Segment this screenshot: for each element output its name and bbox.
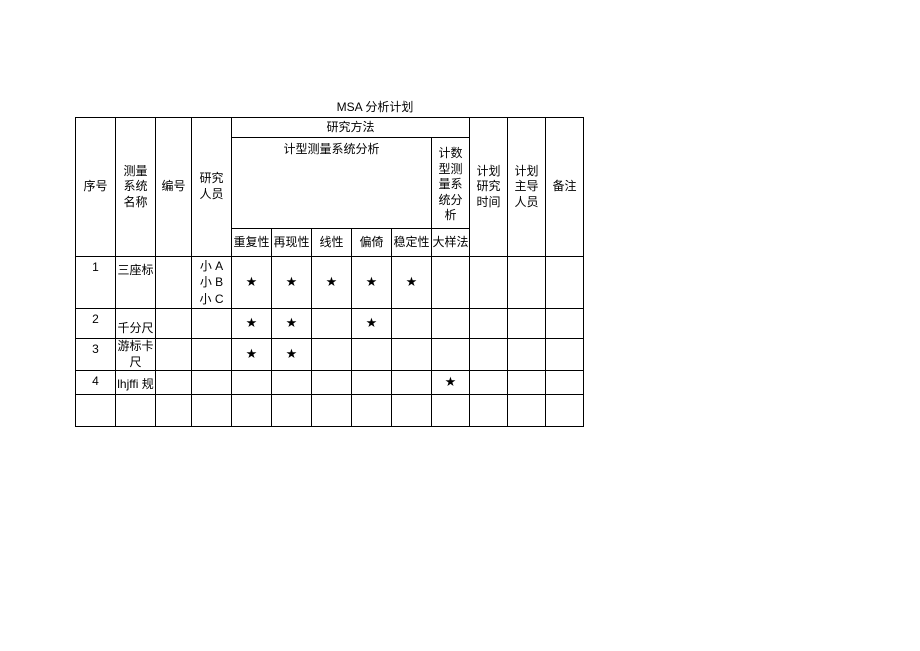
cell-m5 [392,371,432,395]
table-row: 1 三座标 小 A小 B小 C ★ ★ ★ ★ ★ [76,256,584,308]
cell-seq [76,395,116,427]
cell-people [192,338,232,370]
table-row [76,395,584,427]
cell-m4: ★ [352,256,392,308]
cell-m2: ★ [272,308,312,338]
cell-note [546,338,584,370]
header-time: 计划研究时间 [470,118,508,257]
cell-m1 [232,371,272,395]
cell-m1 [232,395,272,427]
table-row: 2 千分尺 ★ ★ ★ [76,308,584,338]
cell-m2: ★ [272,256,312,308]
cell-people: 小 A小 B小 C [192,256,232,308]
cell-m3 [312,371,352,395]
cell-note [546,256,584,308]
cell-time [470,338,508,370]
cell-note [546,371,584,395]
header-code: 编号 [156,118,192,257]
cell-code [156,395,192,427]
cell-m3 [312,308,352,338]
header-m1: 重复性 [232,228,272,256]
cell-m3: ★ [312,256,352,308]
cell-time [470,256,508,308]
cell-lead [508,371,546,395]
cell-code [156,256,192,308]
cell-m5 [392,308,432,338]
cell-c1 [432,338,470,370]
table-row: 3 游标卡尺 ★ ★ [76,338,584,370]
cell-m3 [312,395,352,427]
cell-m5: ★ [392,256,432,308]
cell-note [546,308,584,338]
cell-m5 [392,338,432,370]
cell-seq: 4 [76,371,116,395]
header-m2: 再现性 [272,228,312,256]
cell-name [116,395,156,427]
cell-lead [508,308,546,338]
cell-time [470,308,508,338]
cell-seq: 3 [76,338,116,370]
cell-lead [508,338,546,370]
page-title: MSA 分析计划 [75,0,675,117]
cell-m4 [352,338,392,370]
header-lead: 计划主导人员 [508,118,546,257]
cell-m2 [272,395,312,427]
header-people: 研究人员 [192,118,232,257]
cell-m1: ★ [232,256,272,308]
header-c1: 大样法 [432,228,470,256]
cell-lead [508,256,546,308]
cell-m2: ★ [272,338,312,370]
cell-seq: 1 [76,256,116,308]
cell-m4: ★ [352,308,392,338]
cell-code [156,338,192,370]
cell-c1 [432,395,470,427]
cell-note [546,395,584,427]
cell-lead [508,395,546,427]
cell-m4 [352,395,392,427]
cell-code [156,371,192,395]
cell-c1 [432,256,470,308]
cell-name: 三座标 [116,256,156,308]
cell-name: lhjffi 规 [116,371,156,395]
cell-time [470,371,508,395]
cell-code [156,308,192,338]
cell-m2 [272,371,312,395]
cell-people [192,395,232,427]
header-method: 研究方法 [232,118,470,138]
cell-m4 [352,371,392,395]
header-name: 测量系统名称 [116,118,156,257]
msa-table: 序号 测量系统名称 编号 研究人员 研究方法 计划研究时间 计划主导人员 备注 … [75,117,584,427]
header-m5: 稳定性 [392,228,432,256]
cell-seq: 2 [76,308,116,338]
cell-people [192,308,232,338]
header-m3: 线性 [312,228,352,256]
cell-m1: ★ [232,308,272,338]
cell-name: 千分尺 [116,308,156,338]
cell-c1 [432,308,470,338]
cell-name: 游标卡尺 [116,338,156,370]
cell-m1: ★ [232,338,272,370]
cell-m5 [392,395,432,427]
header-note: 备注 [546,118,584,257]
cell-people [192,371,232,395]
header-m4: 偏倚 [352,228,392,256]
cell-time [470,395,508,427]
cell-m3 [312,338,352,370]
cell-c1: ★ [432,371,470,395]
table-row: 4 lhjffi 规 ★ [76,371,584,395]
header-count: 计数型测量系统分析 [432,138,470,229]
header-seq: 序号 [76,118,116,257]
header-quant: 计型测量系统分析 [232,138,432,229]
